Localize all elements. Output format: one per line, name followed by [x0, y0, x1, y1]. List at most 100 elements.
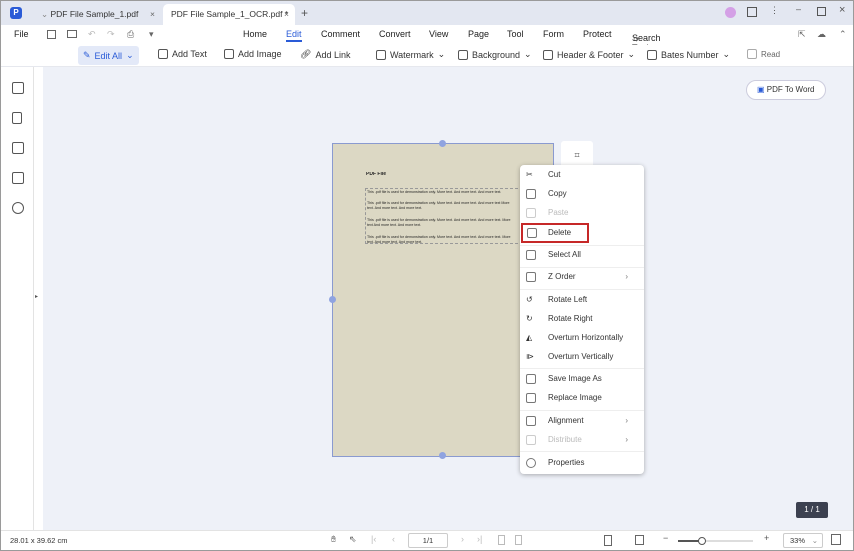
- pdf-to-word-button[interactable]: ▣ PDF To Word: [746, 80, 826, 100]
- attachment-icon[interactable]: [12, 172, 24, 184]
- flip-horizontal-icon: ◭: [526, 333, 533, 342]
- close-icon[interactable]: ×: [284, 4, 289, 25]
- thumbnails-icon[interactable]: [12, 82, 24, 94]
- tab-pdf-file-sample-1[interactable]: ⌄ PDF File Sample_1.pdf ×: [33, 4, 161, 25]
- menu-item-label: Copy: [548, 189, 567, 198]
- share-icon[interactable]: ⇱: [798, 29, 806, 40]
- page-layout-icon[interactable]: [635, 535, 644, 545]
- close-icon[interactable]: ×: [150, 4, 155, 25]
- menu-item-alignment[interactable]: Alignment ›: [520, 412, 644, 430]
- menu-item-cut[interactable]: ✂ Cut: [520, 166, 644, 184]
- menu-item-label: Properties: [548, 458, 585, 467]
- menu-file[interactable]: File: [14, 29, 29, 39]
- menu-item-label: Z Order: [548, 272, 576, 281]
- first-page-icon[interactable]: |‹: [371, 534, 376, 544]
- zoom-select[interactable]: 33% ⌄: [783, 533, 823, 548]
- menu-item-properties[interactable]: Properties: [520, 454, 644, 472]
- single-page-icon[interactable]: [498, 535, 505, 545]
- menu-item-overturn-vertically[interactable]: ⧐ Overturn Vertically: [520, 348, 644, 366]
- menu-item-replace-image[interactable]: Replace Image: [520, 389, 644, 407]
- resize-handle[interactable]: [329, 296, 336, 303]
- background-button[interactable]: Background ⌄: [458, 49, 532, 60]
- new-tab-icon[interactable]: +: [301, 6, 308, 20]
- menu-tool[interactable]: Tool: [507, 29, 524, 39]
- menu-item-distribute[interactable]: Distribute ›: [520, 431, 644, 449]
- menu-item-rotate-left[interactable]: ↺ Rotate Left: [520, 291, 644, 309]
- link-icon: 🔗︎: [300, 49, 312, 59]
- next-page-icon[interactable]: ›: [461, 534, 464, 544]
- print-icon[interactable]: ⎙: [127, 29, 134, 40]
- edit-all-label: Edit All: [94, 50, 123, 61]
- menu-item-copy[interactable]: Copy: [520, 185, 644, 203]
- doc-title: PDF File: [366, 172, 387, 177]
- prev-page-icon[interactable]: ‹: [392, 534, 395, 544]
- fullscreen-icon[interactable]: [831, 534, 841, 545]
- mail-icon[interactable]: [67, 30, 77, 38]
- sidebar-toggle[interactable]: ▸: [34, 67, 43, 531]
- watermark-button[interactable]: Watermark ⌄: [376, 49, 445, 60]
- resize-handle[interactable]: [439, 140, 446, 147]
- double-page-icon[interactable]: [515, 535, 522, 545]
- comment-icon[interactable]: [12, 142, 24, 154]
- menu-item-z-order[interactable]: Z Order ›: [520, 268, 644, 286]
- flip-vertical-icon: ⧐: [526, 352, 534, 361]
- maximize-icon[interactable]: [817, 7, 826, 16]
- zoom-slider-thumb[interactable]: [698, 537, 706, 545]
- undo-icon[interactable]: ↶: [88, 29, 96, 40]
- menu-home[interactable]: Home: [243, 29, 267, 39]
- read-checkbox[interactable]: Read: [747, 49, 780, 59]
- page-input[interactable]: 1/1: [408, 533, 448, 548]
- menu-item-rotate-right[interactable]: ↻ Rotate Right: [520, 310, 644, 328]
- zoom-in-icon[interactable]: +: [764, 533, 769, 543]
- tab-pdf-file-sample-1-ocr[interactable]: PDF File Sample_1_OCR.pdf * ×: [163, 4, 295, 25]
- collapse-icon[interactable]: ⌃: [839, 29, 847, 40]
- replace-image-icon: [526, 393, 536, 403]
- read-label: Read: [761, 49, 781, 59]
- menu-item-overturn-horizontally[interactable]: ◭ Overturn Horizontally: [520, 329, 644, 347]
- menu-item-label: Cut: [548, 170, 561, 179]
- page-badge: 1 / 1: [796, 502, 828, 518]
- avatar[interactable]: [725, 7, 736, 18]
- background-icon: [458, 49, 468, 60]
- menu-item-paste[interactable]: Paste: [520, 204, 644, 222]
- zoom-out-icon[interactable]: −: [663, 533, 668, 543]
- menu-item-save-image-as[interactable]: Save Image As: [520, 370, 644, 388]
- background-label: Background: [472, 49, 521, 60]
- add-text-button[interactable]: Add Text: [158, 49, 207, 59]
- minimize-icon[interactable]: –: [796, 4, 801, 14]
- alignment-icon: [526, 416, 536, 426]
- menu-convert[interactable]: Convert: [379, 29, 411, 39]
- menu-item-select-all[interactable]: Select All: [520, 246, 644, 264]
- bookmark-icon[interactable]: [12, 112, 22, 124]
- doc-line: This .pdf file is used for demonstration…: [367, 190, 502, 194]
- close-window-icon[interactable]: ×: [839, 4, 845, 16]
- zoom-slider[interactable]: [678, 537, 753, 545]
- search-icon[interactable]: [12, 202, 24, 214]
- edit-all-button[interactable]: ✎ Edit All ⌄: [78, 46, 139, 65]
- hand-tool-icon[interactable]: ✋︎: [331, 534, 336, 545]
- more-icon[interactable]: ⋮: [770, 5, 779, 16]
- menu-comment[interactable]: Comment: [321, 29, 360, 39]
- header-footer-button[interactable]: Header & Footer ⌄: [543, 49, 635, 60]
- menu-protect[interactable]: Protect: [583, 29, 612, 39]
- select-tool-icon[interactable]: ⇖: [349, 534, 357, 545]
- save-icon[interactable]: [47, 30, 56, 39]
- menu-item-delete[interactable]: Delete: [521, 223, 589, 243]
- bates-number-label: Bates Number: [661, 49, 719, 60]
- last-page-icon[interactable]: ›|: [477, 534, 482, 544]
- add-link-button[interactable]: 🔗︎ Add Link: [300, 49, 350, 60]
- menu-edit[interactable]: Edit: [286, 29, 302, 42]
- fit-page-icon[interactable]: [604, 535, 612, 546]
- menu-form[interactable]: Form: [543, 29, 564, 39]
- cloud-icon[interactable]: ☁: [817, 29, 826, 40]
- dropdown-icon[interactable]: ▾: [149, 29, 154, 40]
- chevron-right-icon: ›: [625, 416, 628, 425]
- bates-number-button[interactable]: Bates Number ⌄: [647, 49, 730, 60]
- menu-view[interactable]: View: [429, 29, 448, 39]
- menu-page[interactable]: Page: [468, 29, 489, 39]
- add-image-button[interactable]: Add Image: [224, 49, 282, 59]
- redo-icon[interactable]: ↷: [107, 29, 115, 40]
- menu-item-label: Alignment: [548, 416, 584, 425]
- notification-icon[interactable]: [747, 7, 757, 17]
- resize-handle[interactable]: [439, 452, 446, 459]
